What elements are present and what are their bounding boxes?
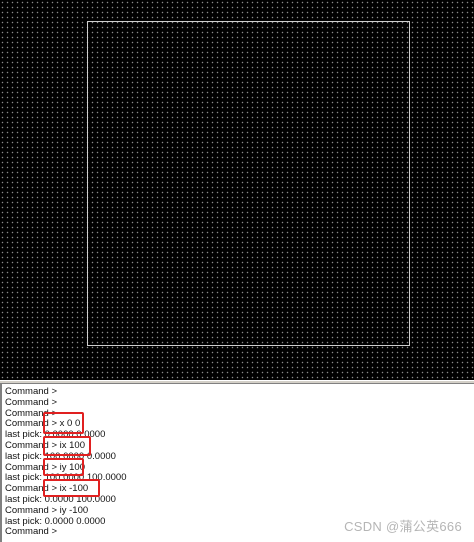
- highlight-box: [43, 458, 84, 476]
- console-line: Command >: [5, 396, 58, 408]
- highlight-box: [43, 412, 84, 434]
- highlight-box: [43, 436, 91, 456]
- highlight-box: [43, 479, 100, 497]
- console-line: Command > iy -100: [5, 504, 89, 516]
- console-line: last pick: 0.0000 0.0000: [5, 515, 106, 527]
- drawing-canvas[interactable]: [0, 0, 474, 380]
- command-console[interactable]: Command > Command > Command > Command > …: [0, 384, 474, 542]
- console-line: Command >: [5, 386, 58, 397]
- watermark: CSDN @蒲公英666: [344, 519, 462, 534]
- square-outline: [87, 21, 410, 346]
- console-line: Command >: [5, 526, 58, 538]
